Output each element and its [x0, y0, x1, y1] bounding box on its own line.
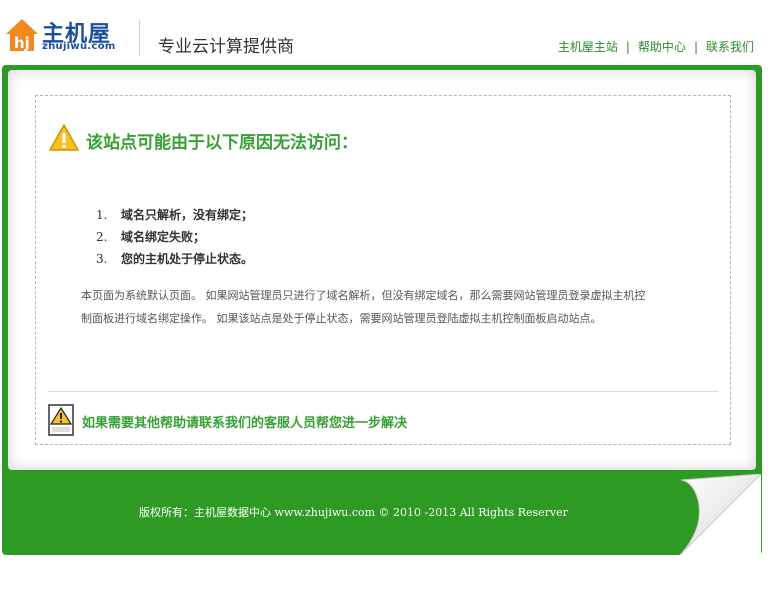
- house-logo-icon: hj: [6, 19, 38, 52]
- notice-description: 本页面为系统默认页面。 如果网站管理员只进行了域名解析，但没有绑定域名，那么需要…: [81, 284, 721, 330]
- page-curl-decoration: [679, 474, 761, 556]
- warning-icon: [49, 124, 79, 151]
- header-slogan: 专业云计算提供商: [158, 37, 294, 57]
- notice-heading: 该站点可能由于以下原因无法访问：: [48, 123, 358, 157]
- nav-separator: |: [625, 40, 630, 54]
- contact-us-link[interactable]: 联系我们: [706, 40, 754, 54]
- footer-copyright: 版权所有：主机屋数据中心 www.zhujiwu.com © 2010 -201…: [139, 504, 568, 520]
- content-divider: [48, 391, 718, 392]
- copyright-domain: www.zhujiwu.com © 2010 -2013 All Rights …: [274, 506, 568, 519]
- help-text: 如果需要其他帮助请联系我们的客服人员帮您进一步解决: [82, 416, 408, 431]
- reason-list: 1. 域名只解析，没有绑定； 2. 域名绑定失败； 3. 您的主机处于停止状态。: [96, 206, 253, 272]
- svg-text:hj: hj: [14, 34, 30, 52]
- site-header: hj 主机屋 zhujiwu.com 专业云计算提供商 主机屋主站 | 帮助中心 | 联…: [0, 0, 783, 66]
- reason-item: 3. 您的主机处于停止状态。: [96, 252, 254, 266]
- main-site-link[interactable]: 主机屋主站: [558, 40, 618, 54]
- reason-item: 2. 域名绑定失败；: [96, 230, 206, 244]
- logo-domain: zhujiwu.com: [42, 41, 116, 52]
- help-note: 如果需要其他帮助请联系我们的客服人员帮您进一步解决: [48, 404, 407, 440]
- header-divider: [139, 20, 140, 56]
- site-logo[interactable]: hj 主机屋 zhujiwu.com: [4, 14, 120, 54]
- notice-title: 该站点可能由于以下原因无法访问：: [86, 133, 358, 153]
- top-nav: 主机屋主站 | 帮助中心 | 联系我们: [558, 38, 754, 55]
- description-line: 制面板进行域名绑定操作。 如果该站点是处于停止状态，需要网站管理员登陆虚拟主机控…: [81, 312, 602, 325]
- warning-sign-icon: [48, 404, 74, 436]
- description-line: 本页面为系统默认页面。 如果网站管理员只进行了域名解析，但没有绑定域名，那么需要…: [81, 289, 646, 302]
- nav-separator: |: [693, 40, 698, 54]
- reason-item: 1. 域名只解析，没有绑定；: [96, 208, 254, 222]
- help-center-link[interactable]: 帮助中心: [638, 40, 686, 54]
- copyright-owner: 版权所有：主机屋数据中心: [139, 506, 271, 519]
